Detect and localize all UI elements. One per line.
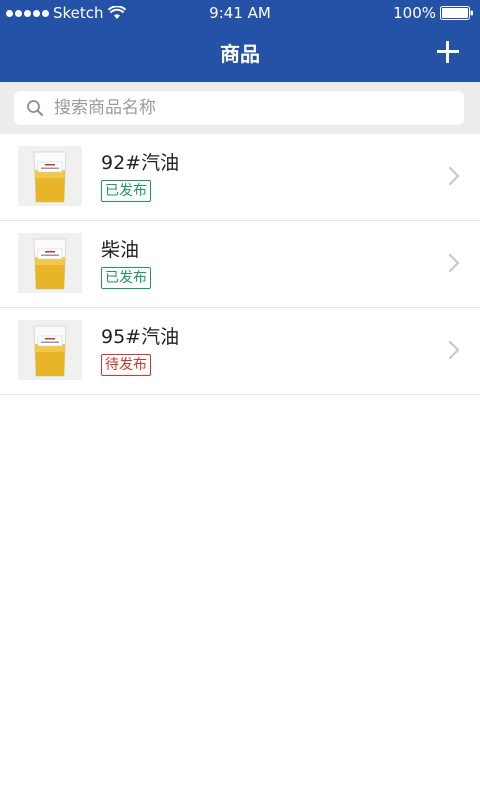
search-icon	[27, 100, 43, 116]
chevron-right-icon	[448, 166, 460, 186]
search-input[interactable]	[52, 97, 436, 119]
fuel-beaker-image	[18, 146, 82, 206]
product-name: 柴油	[101, 239, 140, 261]
fuel-beaker-image	[18, 320, 82, 380]
status-badge: 已发布	[101, 180, 151, 202]
chevron-right-icon	[448, 340, 460, 360]
status-bar: Sketch 9:41 AM 100%	[0, 0, 480, 26]
chevron-right-icon	[448, 253, 460, 273]
search-box[interactable]	[14, 91, 464, 125]
product-thumbnail	[18, 233, 82, 293]
product-thumbnail	[18, 320, 82, 380]
app-header: Sketch 9:41 AM 100% 商品	[0, 0, 480, 82]
status-badge: 已发布	[101, 267, 151, 289]
product-item[interactable]: 柴油 已发布	[0, 221, 480, 308]
fuel-beaker-image	[18, 233, 82, 293]
nav-bar: 商品	[0, 26, 480, 82]
page-title: 商品	[220, 42, 260, 66]
product-thumbnail	[18, 146, 82, 206]
status-right: 100%	[393, 4, 474, 22]
product-item[interactable]: 95#汽油 待发布	[0, 308, 480, 395]
status-badge: 待发布	[101, 354, 151, 376]
add-product-button[interactable]	[434, 38, 462, 66]
search-bar	[0, 82, 480, 134]
product-item[interactable]: 92#汽油 已发布	[0, 134, 480, 221]
battery-percent: 100%	[393, 4, 436, 22]
battery-icon	[440, 6, 473, 20]
product-name: 92#汽油	[101, 152, 180, 174]
product-name: 95#汽油	[101, 326, 180, 348]
product-list: 92#汽油 已发布 柴油 已发布 95#汽油 待发布	[0, 134, 480, 395]
